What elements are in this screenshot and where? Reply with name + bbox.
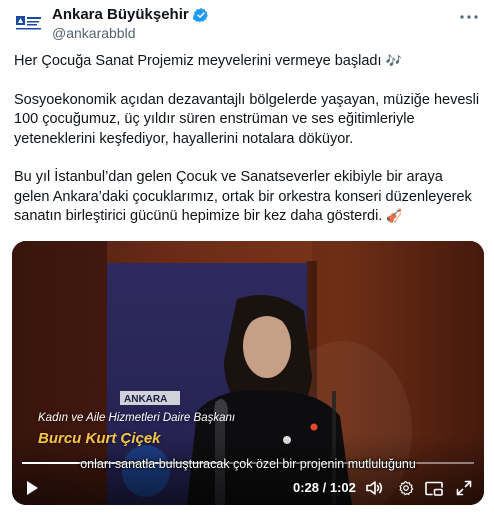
tweet-text: Her Çocuğa Sanat Projemiz meyvelerini ve…: [14, 52, 482, 227]
banner-text: ANKARA: [124, 394, 167, 405]
author-display-name[interactable]: Ankara Büyükşehir: [52, 6, 189, 23]
more-dots-icon: [460, 15, 478, 19]
settings-icon: [399, 481, 414, 496]
tweet-paragraph: Sosyoekonomik açıdan dezavantajlı bölgel…: [14, 91, 480, 147]
lower-third-name: Burcu Kurt Çiçek: [38, 430, 161, 447]
video-controls: 0:28 / 1:02: [12, 476, 484, 500]
video-time: 0:28 / 1:02: [293, 480, 356, 495]
play-button[interactable]: [20, 476, 44, 500]
settings-button[interactable]: [395, 476, 417, 500]
tweet-paragraph-text: Bu yıl İstanbul’dan gelen Çocuk ve Sanat…: [14, 169, 472, 224]
volume-icon: [366, 481, 383, 495]
tweet-paragraph-text: Her Çocuğa Sanat Projemiz meyvelerini ve…: [14, 53, 382, 69]
tweet-card: Ankara Büyükşehir @ankarabbld Her Çocuğa…: [0, 0, 494, 513]
fullscreen-icon: [456, 480, 472, 496]
author-name-row: Ankara Büyükşehir: [52, 6, 209, 23]
play-icon: [27, 481, 38, 495]
ankara-logo-icon: [16, 16, 41, 30]
tweet-paragraph: Bu yıl İstanbul’dan gelen Çocuk ve Sanat…: [14, 168, 482, 227]
lower-third-title: Kadın ve Aile Hizmetleri Daire Başkanı: [38, 412, 236, 424]
picture-in-picture-icon: [425, 481, 443, 496]
picture-in-picture-button[interactable]: [423, 476, 445, 500]
video-subtitle: onları sanatla buluşturacak çok özel bir…: [80, 457, 416, 471]
fullscreen-button[interactable]: [453, 476, 475, 500]
violin-icon: 🎻: [386, 209, 403, 224]
tweet-header: Ankara Büyükşehir @ankarabbld: [14, 6, 482, 46]
tweet-paragraph: Her Çocuğa Sanat Projemiz meyvelerini ve…: [14, 52, 482, 72]
musical-notes-icon: 🎶: [385, 54, 402, 69]
more-options-button[interactable]: [458, 8, 480, 26]
verified-badge-icon: [192, 7, 208, 22]
volume-button[interactable]: [364, 476, 386, 500]
video-player[interactable]: ANKARA Kadın ve Aile Hizmetleri Daire Ba…: [12, 241, 484, 505]
author-handle[interactable]: @ankarabbld: [52, 25, 136, 41]
avatar[interactable]: [14, 10, 44, 40]
